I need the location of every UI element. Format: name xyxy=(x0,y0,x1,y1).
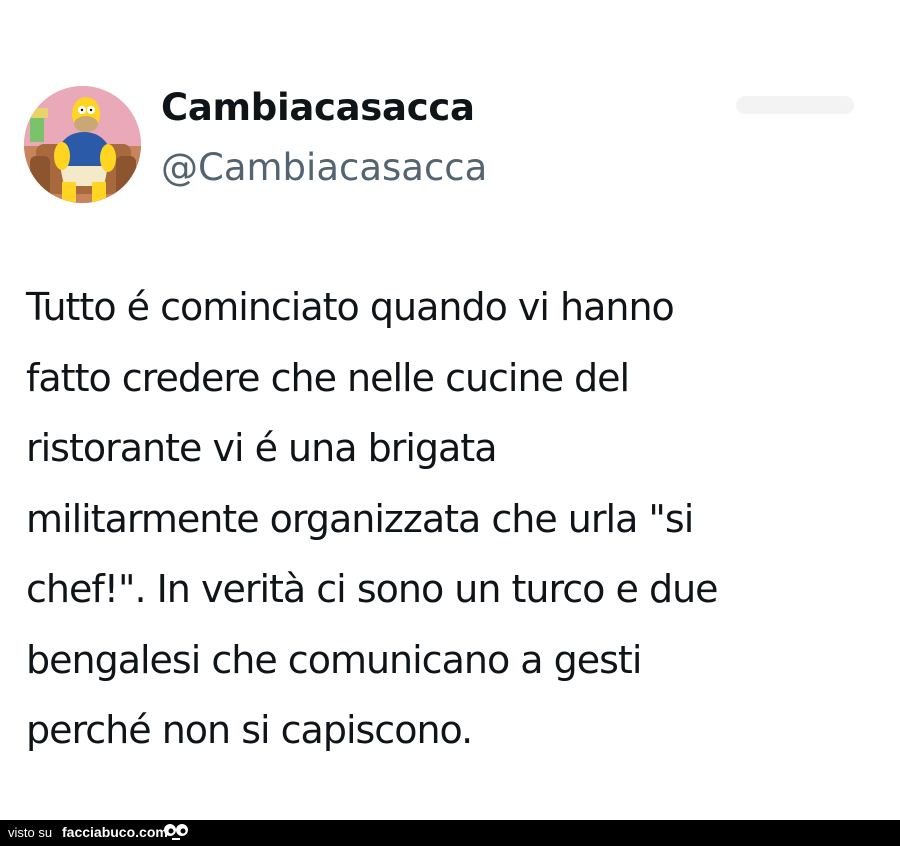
footer-site-link[interactable]: facciabuco.com xyxy=(62,823,168,841)
tweet-line: Tutto é cominciato quando vi hanno xyxy=(26,285,675,329)
tweet-card: Cambiacasacca @Cambiacasacca Tutto é com… xyxy=(0,0,900,820)
tweet-text: Tutto é cominciato quando vi hanno fatto… xyxy=(26,272,886,766)
tweet-line: perché non si capiscono. xyxy=(26,708,473,752)
avatar[interactable] xyxy=(24,86,141,203)
watermark-footer: visto su facciabuco.com xyxy=(0,820,900,846)
display-name[interactable]: Cambiacasacca xyxy=(161,84,475,132)
tweet-line: militarmente organizzata che urla "si xyxy=(26,496,694,541)
eyes-icon xyxy=(164,824,188,840)
background-smudge xyxy=(736,96,854,114)
tweet-line: bengalesi che comunicano a gesti xyxy=(26,637,642,682)
tweet-line: ristorante vi é una brigata xyxy=(26,426,498,470)
footer-prefix: visto su xyxy=(8,825,53,840)
tweet-line: chef!". In verità ci sono un turco e due xyxy=(26,567,719,611)
user-handle[interactable]: @Cambiacasacca xyxy=(161,144,487,192)
homer-simpson-avatar-icon xyxy=(24,86,141,203)
tweet-line: fatto credere che nelle cucine del xyxy=(26,355,630,400)
